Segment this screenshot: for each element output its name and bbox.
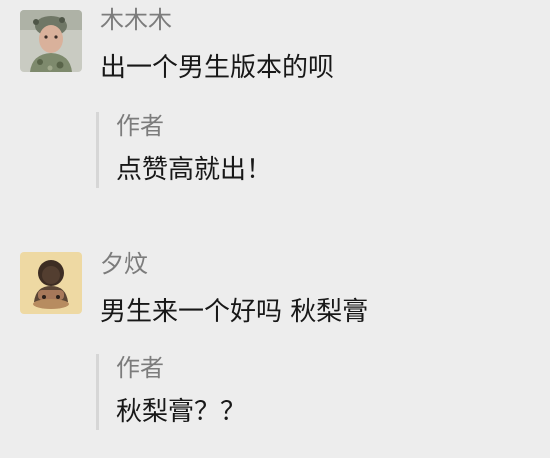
avatar[interactable] — [20, 252, 82, 314]
reply-text: 秋梨膏？？ — [116, 397, 247, 427]
comment-section: 木木木 出一个男生版本的呗 作者 点赞高就出！ 夕炆 男生来一个好吗 秋梨膏 作… — [0, 0, 550, 458]
avatar[interactable] — [20, 10, 82, 72]
comment-username[interactable]: 夕炆 — [100, 250, 148, 278]
comment-text: 男生来一个好吗 秋梨膏 — [100, 297, 369, 327]
author-reply: 作者 秋梨膏？？ — [96, 354, 519, 430]
comment-text: 出一个男生版本的呗 — [100, 53, 335, 83]
author-reply: 作者 点赞高就出！ — [96, 112, 519, 188]
comment-username[interactable]: 木木木 — [100, 6, 172, 34]
user-avatar-illustration — [20, 252, 82, 314]
reply-author-label: 作者 — [116, 112, 164, 140]
user-avatar-photo — [20, 10, 82, 72]
reply-author-label: 作者 — [116, 354, 164, 382]
reply-text: 点赞高就出！ — [116, 155, 273, 185]
